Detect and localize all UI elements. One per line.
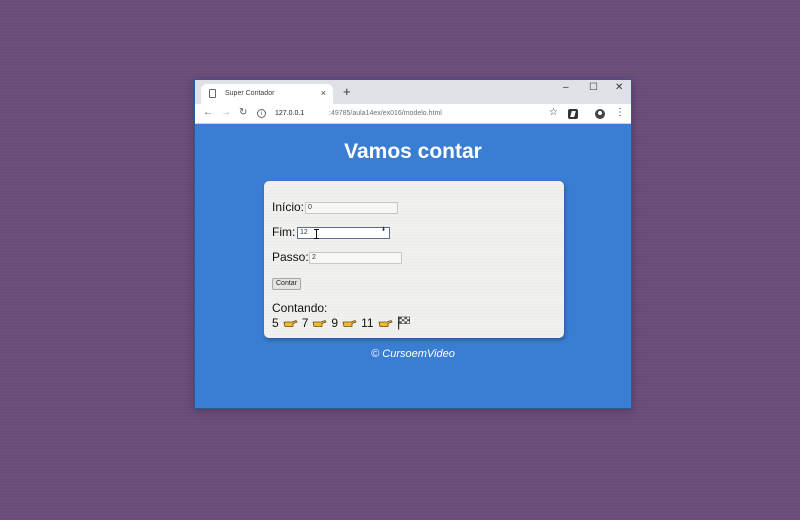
forward-button[interactable]: → xyxy=(221,107,231,118)
info-icon[interactable]: i xyxy=(257,109,266,118)
tab-bar: Super Contador × + – ☐ ✕ xyxy=(195,80,631,104)
contando-label: Contando: xyxy=(272,301,328,315)
page-title: Vamos contar xyxy=(344,140,482,163)
url-path: :49785/aula14ex/ex016/modelo.html xyxy=(329,110,442,117)
page-content: Vamos contar Início: 0 Fim: 12 ⬍ Passo: … xyxy=(195,124,631,410)
url-host: 127.0.0.1 xyxy=(275,110,305,117)
url-field[interactable]: i 127.0.0.1 :49785/aula14ex/ex016/modelo… xyxy=(251,107,541,121)
close-window-button[interactable]: ✕ xyxy=(615,82,623,93)
reload-button[interactable]: ↻ xyxy=(239,107,247,118)
new-tab-button[interactable]: + xyxy=(343,84,351,99)
inicio-label: Início: xyxy=(272,200,305,214)
hand-pointing-right-icon xyxy=(312,320,327,327)
profile-icon[interactable] xyxy=(595,109,605,119)
document-icon xyxy=(209,89,216,98)
fim-input[interactable]: 12 ⬍ xyxy=(297,227,390,239)
result-number: 5 xyxy=(272,316,279,330)
hand-pointing-right-icon xyxy=(378,320,392,327)
passo-input[interactable]: 2 xyxy=(309,252,402,264)
tab-super-contador[interactable]: Super Contador × xyxy=(201,84,333,104)
contar-button[interactable]: Contar xyxy=(272,278,302,290)
checkered-flag-icon xyxy=(397,316,410,330)
fim-input-value: 12 xyxy=(300,229,308,236)
footer-credit: © CursoemVideo xyxy=(371,348,455,360)
text-cursor-icon xyxy=(314,229,320,239)
extension-icon[interactable] xyxy=(568,109,578,119)
address-bar: ← → ↻ i 127.0.0.1 :49785/aula14ex/ex016/… xyxy=(195,104,631,124)
result-sequence: 5 7 9 11 xyxy=(272,316,411,330)
tab-close-icon[interactable]: × xyxy=(321,88,326,98)
result-number: 11 xyxy=(361,316,374,330)
passo-label: Passo: xyxy=(272,250,309,264)
minimize-button[interactable]: – xyxy=(563,82,569,93)
fim-label: Fim: xyxy=(272,225,296,239)
back-button[interactable]: ← xyxy=(203,107,213,118)
form-card: Início: 0 Fim: 12 ⬍ Passo: 2 Contar Cont… xyxy=(264,181,564,338)
menu-icon[interactable]: ⋮ xyxy=(615,107,625,118)
inicio-input[interactable]: 0 xyxy=(305,202,398,214)
hand-pointing-right-icon xyxy=(342,320,357,327)
maximize-button[interactable]: ☐ xyxy=(589,82,598,93)
result-number: 9 xyxy=(331,316,339,330)
bookmark-star-icon[interactable]: ☆ xyxy=(549,107,558,118)
hand-pointing-right-icon xyxy=(283,320,298,327)
tab-title: Super Contador xyxy=(225,90,275,97)
result-number: 7 xyxy=(301,316,309,330)
browser-window: Super Contador × + – ☐ ✕ ← → ↻ i 127.0.0… xyxy=(194,79,632,409)
spinner-arrows-icon[interactable]: ⬍ xyxy=(381,227,386,233)
